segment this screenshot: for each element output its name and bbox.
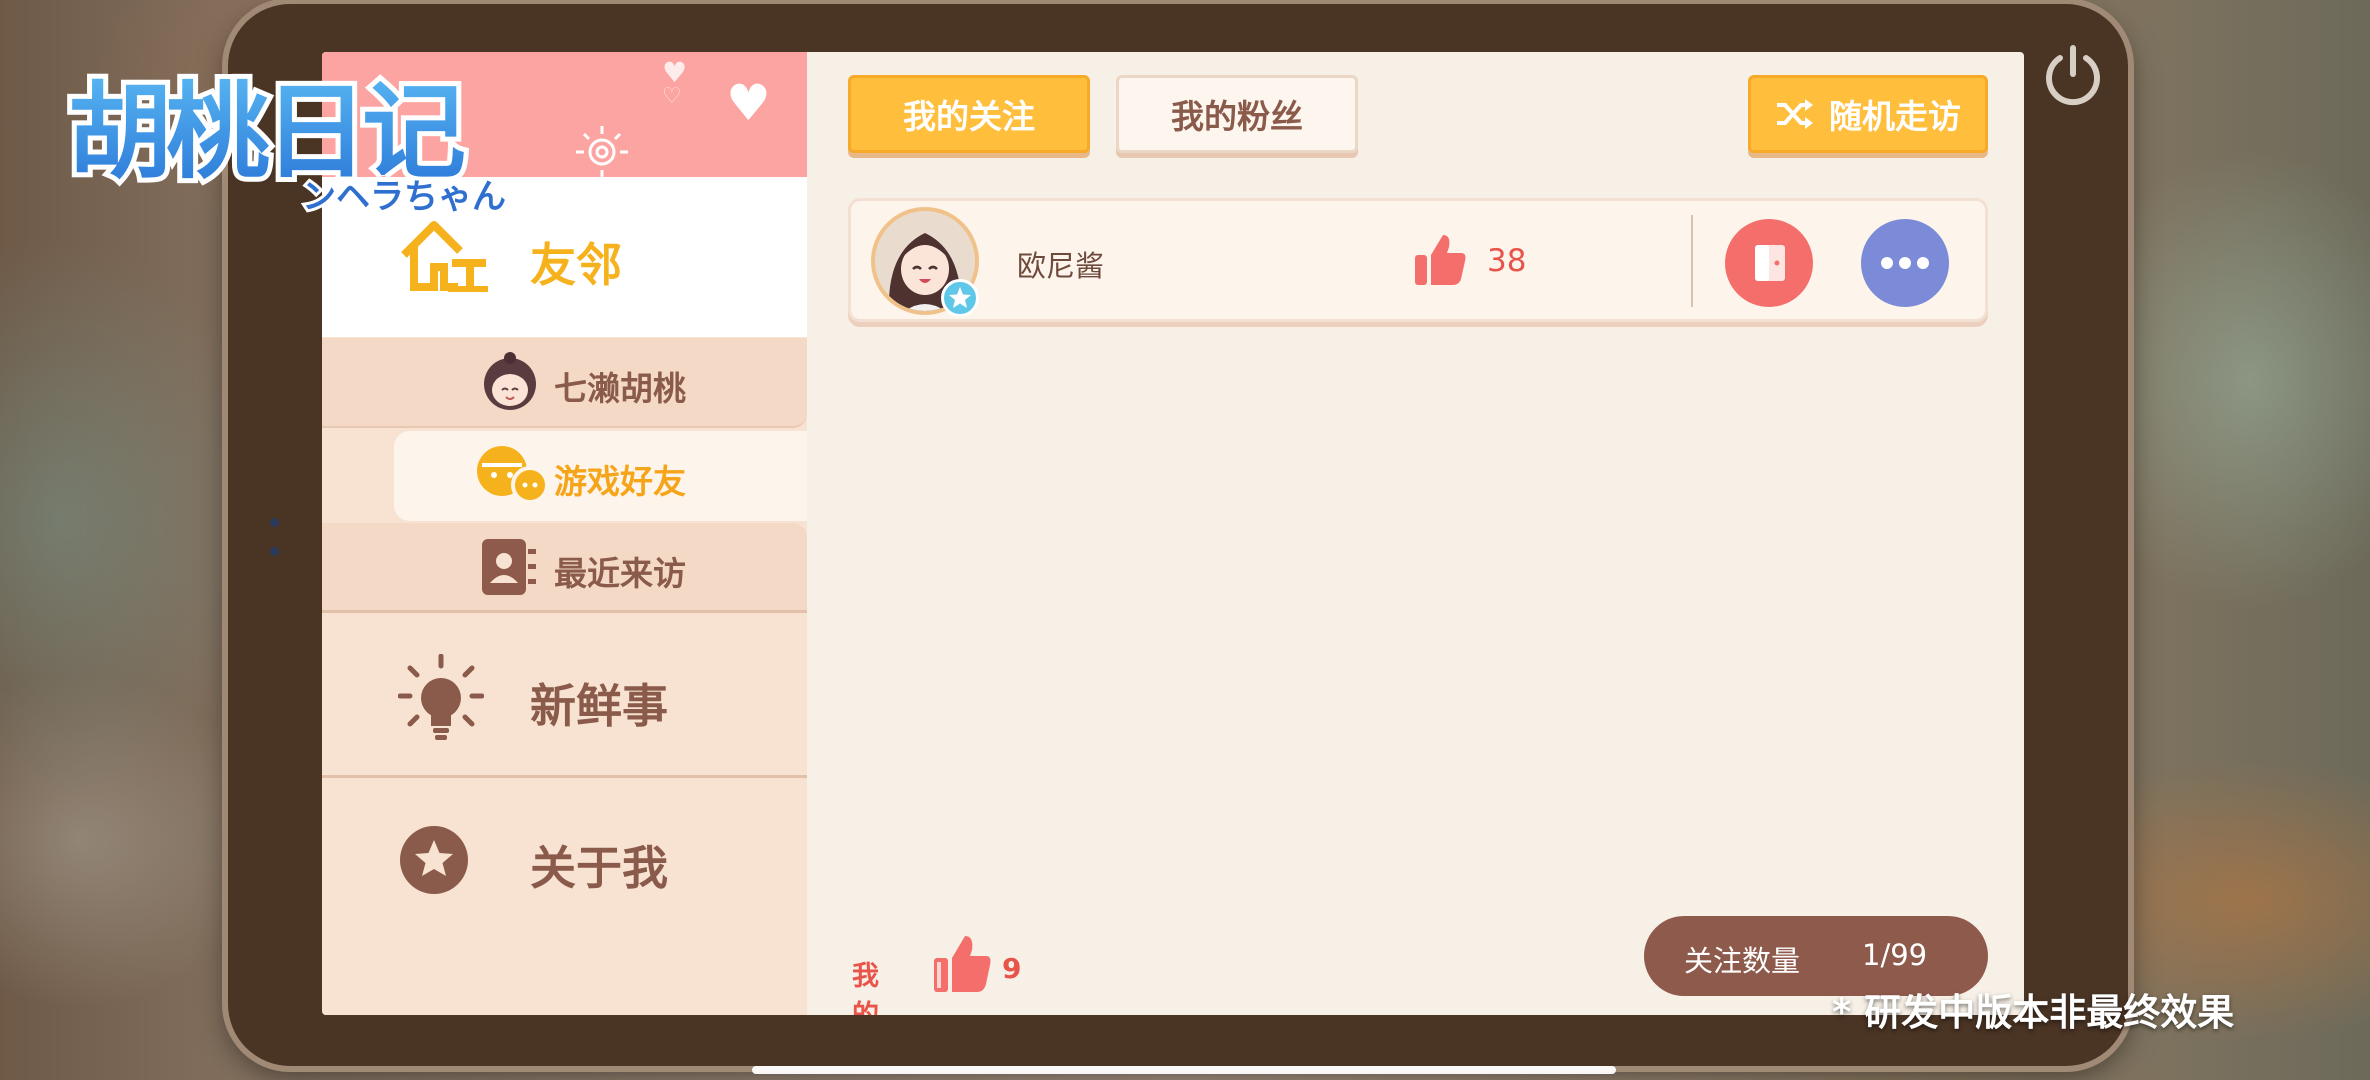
random-visit-button[interactable]: 随机走访 (1748, 75, 1988, 153)
subnav-game-friends-label: 游戏好友 (554, 462, 686, 501)
tab-my-following[interactable]: 我的关注 (848, 75, 1090, 153)
character-face-icon (484, 352, 536, 410)
nav-news[interactable]: 新鲜事 (322, 618, 807, 778)
logo-title-text: 胡桃日记 (68, 71, 464, 193)
heart-icon: ♥ (726, 74, 771, 132)
nav-about-me-label: 关于我 (530, 841, 668, 895)
shuffle-icon (1777, 99, 1813, 129)
lightbulb-icon (398, 654, 484, 740)
nav-news-label: 新鲜事 (530, 679, 668, 733)
heart-icon: ♡ (662, 84, 682, 109)
logo-subtitle-text: ンヘラちゃん (302, 177, 506, 217)
thumbs-up-icon (934, 936, 991, 992)
friend-like-count: 38 (1487, 243, 1527, 279)
camera-dot (270, 518, 279, 527)
subnav-nanase-kurumi-label: 七濑胡桃 (554, 369, 686, 408)
visit-home-button[interactable] (1725, 219, 1813, 307)
friend-card[interactable]: 欧尼酱 38 (848, 198, 1988, 322)
dev-version-watermark: * 研发中版本非最终效果 (1832, 991, 2235, 1034)
more-dots-icon (1881, 257, 1929, 269)
home-indicator-bar[interactable] (752, 1066, 1616, 1074)
star-badge-icon (949, 287, 971, 308)
subnav-recent-visitors-label: 最近来访 (554, 554, 686, 593)
subnav-nanase-kurumi[interactable]: 七濑胡桃 (322, 338, 807, 428)
game-logo: 胡桃日记 ンヘラちゃん (63, 66, 509, 220)
contact-book-icon (482, 539, 536, 595)
nav-about-me[interactable]: 关于我 (322, 780, 807, 940)
subnav-recent-visitors[interactable]: 最近来访 (322, 523, 807, 613)
my-likes-label: 我的 (852, 961, 879, 1015)
verified-star-badge (941, 279, 979, 317)
door-icon (1755, 245, 1785, 281)
tab-my-fans-label: 我的粉丝 (1171, 97, 1303, 136)
nav-neighbors-label: 友邻 (530, 238, 622, 292)
tab-my-following-label: 我的关注 (903, 97, 1035, 136)
follow-count-label: 关注数量 (1684, 944, 1801, 978)
more-options-button[interactable] (1861, 219, 1949, 307)
tab-my-fans[interactable]: 我的粉丝 (1116, 75, 1358, 153)
random-visit-label: 随机走访 (1829, 97, 1961, 136)
friend-name: 欧尼酱 (1017, 249, 1105, 283)
follow-count-value: 1/99 (1862, 938, 1928, 972)
chat-faces-icon (477, 446, 549, 504)
card-divider (1691, 215, 1693, 307)
power-icon[interactable] (2038, 42, 2108, 112)
camera-dot (270, 547, 279, 556)
subnav-game-friends[interactable]: 游戏好友 (394, 431, 807, 521)
my-likes-count: 9 (1002, 952, 1022, 985)
star-icon (400, 826, 468, 894)
thumbs-up-icon (1415, 235, 1466, 285)
